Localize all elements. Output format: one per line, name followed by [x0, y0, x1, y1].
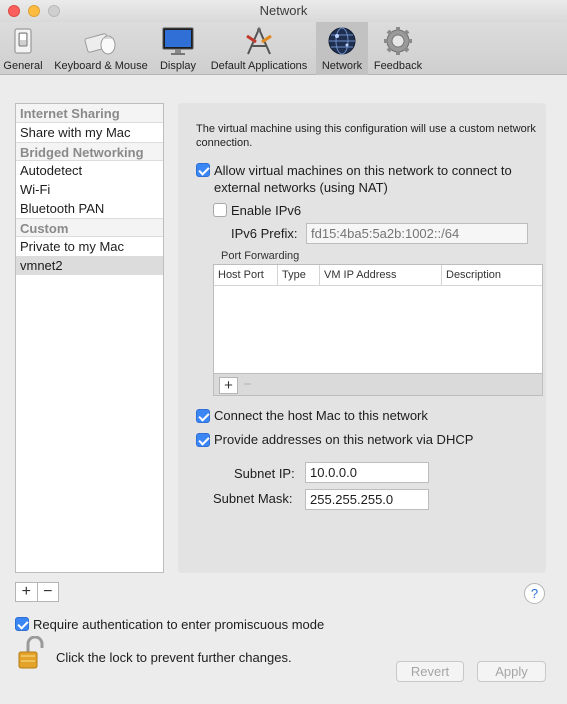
- network-add-remove-group: + −: [15, 582, 59, 602]
- connect-host-label: Connect the host Mac to this network: [214, 408, 428, 423]
- section-header-custom: Custom: [16, 218, 163, 237]
- default-applications-icon: [246, 26, 272, 55]
- revert-button[interactable]: Revert: [396, 661, 464, 682]
- tab-general[interactable]: General: [0, 22, 46, 75]
- tab-network[interactable]: Network: [316, 22, 368, 75]
- window-title: Network: [259, 3, 308, 18]
- window-close-button[interactable]: [8, 5, 20, 17]
- tab-label: General: [3, 60, 43, 72]
- remove-port-forward-button[interactable]: −: [238, 377, 257, 394]
- list-item-autodetect[interactable]: Autodetect: [16, 161, 163, 180]
- list-item-private-to-my-mac[interactable]: Private to my Mac: [16, 237, 163, 256]
- tab-label: Feedback: [373, 60, 423, 72]
- subnet-ip-field[interactable]: [305, 462, 429, 483]
- tab-display[interactable]: Display: [156, 22, 200, 75]
- connect-host-checkbox[interactable]: [196, 409, 210, 423]
- apply-button[interactable]: Apply: [477, 661, 546, 682]
- promiscuous-mode-checkbox[interactable]: [15, 617, 29, 631]
- ipv6-prefix-label: IPv6 Prefix:: [231, 226, 298, 241]
- section-header-bridged-networking: Bridged Networking: [16, 142, 163, 161]
- window-minimize-button[interactable]: [28, 5, 40, 17]
- add-port-forward-button[interactable]: +: [219, 377, 238, 394]
- column-header-vm-ip-address[interactable]: VM IP Address: [320, 265, 442, 285]
- port-forwarding-table[interactable]: Host Port Type VM IP Address Description: [213, 264, 543, 374]
- list-item-bluetooth-pan[interactable]: Bluetooth PAN: [16, 199, 163, 218]
- table-header: Host Port Type VM IP Address Description: [214, 265, 542, 286]
- list-item-vmnet2[interactable]: vmnet2: [16, 256, 163, 275]
- dhcp-label: Provide addresses on this network via DH…: [214, 432, 474, 447]
- feedback-gear-icon: [384, 27, 412, 55]
- port-forwarding-controls: + −: [213, 374, 543, 396]
- enable-ipv6-checkbox[interactable]: [213, 203, 227, 217]
- column-header-type[interactable]: Type: [278, 265, 320, 285]
- tab-label: Keyboard & Mouse: [54, 60, 148, 72]
- subnet-mask-label: Subnet Mask:: [213, 491, 293, 506]
- general-switch-icon: [14, 28, 32, 54]
- tab-label: Display: [159, 60, 197, 72]
- column-header-description[interactable]: Description: [442, 265, 542, 285]
- tab-default-applications[interactable]: Default Applications: [203, 22, 315, 75]
- remove-network-button[interactable]: −: [36, 583, 59, 601]
- list-item-wifi[interactable]: Wi-Fi: [16, 180, 163, 199]
- subnet-mask-field[interactable]: [305, 489, 429, 510]
- add-network-button[interactable]: +: [16, 583, 37, 601]
- dhcp-checkbox[interactable]: [196, 433, 210, 447]
- nat-label: Allow virtual machines on this network t…: [214, 163, 512, 195]
- unlocked-lock-icon[interactable]: [17, 636, 45, 670]
- keyboard-mouse-icon: [84, 33, 116, 55]
- nat-checkbox[interactable]: [196, 163, 210, 177]
- window-zoom-button[interactable]: [48, 5, 60, 17]
- tab-label: Network: [321, 60, 363, 72]
- lock-message: Click the lock to prevent further change…: [56, 650, 292, 665]
- help-button[interactable]: ?: [524, 583, 545, 604]
- list-item-share-with-my-mac[interactable]: Share with my Mac: [16, 123, 163, 142]
- column-header-host-port[interactable]: Host Port: [214, 265, 278, 285]
- section-header-internet-sharing: Internet Sharing: [16, 104, 163, 123]
- display-monitor-icon: [162, 27, 194, 55]
- network-globe-icon: [328, 27, 356, 55]
- preferences-toolbar: General Keyboard & Mouse Display Default…: [0, 22, 567, 75]
- panel-description: The virtual machine using this configura…: [196, 123, 536, 149]
- port-forwarding-label: Port Forwarding: [221, 250, 300, 262]
- tab-keyboard-mouse[interactable]: Keyboard & Mouse: [48, 22, 154, 75]
- promiscuous-mode-label: Require authentication to enter promiscu…: [33, 617, 325, 632]
- tab-feedback[interactable]: Feedback: [370, 22, 426, 75]
- ipv6-prefix-field[interactable]: [306, 223, 528, 244]
- enable-ipv6-label: Enable IPv6: [231, 203, 302, 218]
- title-bar: Network: [0, 0, 567, 22]
- subnet-ip-label: Subnet IP:: [234, 466, 295, 481]
- tab-label: Default Applications: [210, 60, 308, 72]
- network-list: Internet Sharing Share with my Mac Bridg…: [15, 103, 164, 573]
